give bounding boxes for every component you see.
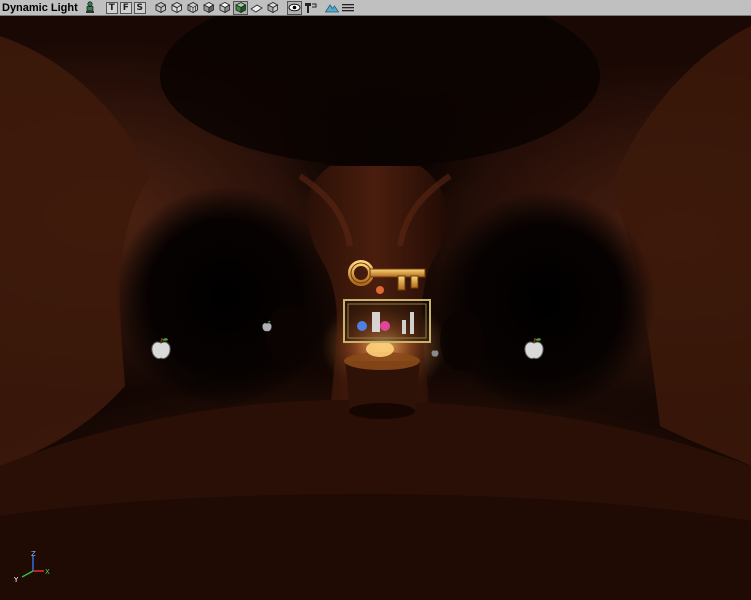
wireframe-cube-icon[interactable]: [153, 1, 168, 15]
viewport-menu-icon[interactable]: [341, 1, 356, 15]
actor-properties-icon[interactable]: [303, 1, 318, 15]
perspective-viewport[interactable]: Z X Y: [0, 16, 751, 600]
viewport-toolbar: Dynamic Light T F S: [0, 0, 751, 16]
polygon-zones-cube-icon[interactable]: [217, 1, 232, 15]
view-side-button[interactable]: S: [133, 1, 146, 14]
depth-complexity-cube-icon[interactable]: [265, 1, 280, 15]
far-left-passage: [266, 306, 310, 366]
cave-ceiling: [160, 16, 600, 166]
apple-pickup-icon[interactable]: [261, 320, 273, 333]
bsp-cuts-cube-icon[interactable]: [185, 1, 200, 15]
apple-pickup-icon[interactable]: [149, 336, 173, 362]
view-front-button[interactable]: F: [119, 1, 132, 14]
render-mode-label[interactable]: Dynamic Light: [0, 0, 82, 16]
lighting-only-icon[interactable]: [249, 1, 264, 15]
right-tunnel-opening: [435, 191, 655, 411]
view-top-button[interactable]: T: [105, 1, 118, 14]
apple-pickup-icon[interactable]: [522, 336, 546, 362]
editor-window: Dynamic Light T F S Z X Y: [0, 0, 751, 600]
light-actor-selection[interactable]: [342, 298, 432, 344]
key-actor-icon[interactable]: [348, 260, 428, 300]
apple-pickup-icon[interactable]: [430, 348, 440, 358]
textured-cube-icon[interactable]: [201, 1, 216, 15]
axes-gizmo: Z X Y: [13, 550, 50, 584]
realtime-preview-eye-icon[interactable]: [286, 0, 302, 15]
left-tunnel-opening: [115, 186, 335, 406]
gizmo-z-label: Z: [31, 550, 36, 558]
dynamic-light-cube-icon[interactable]: [232, 0, 248, 15]
actor-icon[interactable]: [83, 1, 98, 15]
zone-cube-icon[interactable]: [169, 1, 184, 15]
gizmo-x-label: X: [45, 568, 50, 576]
terrain-mountain-icon[interactable]: [325, 1, 340, 15]
gizmo-y-label: Y: [13, 576, 19, 584]
